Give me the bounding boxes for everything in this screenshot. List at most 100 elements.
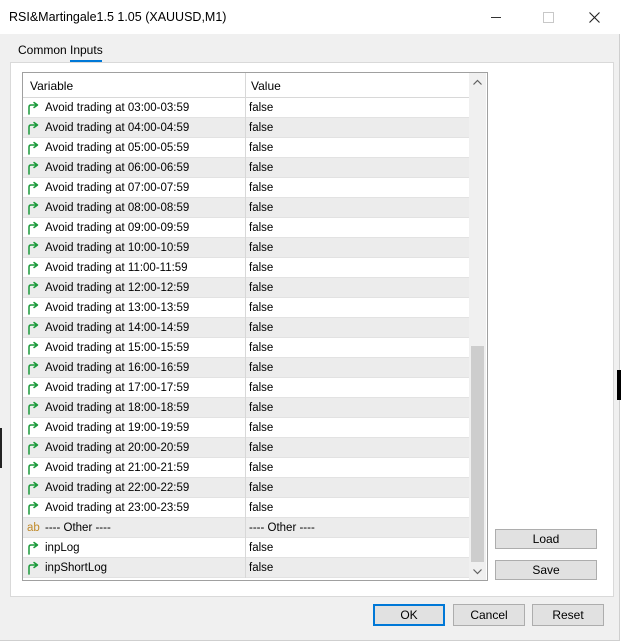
variable-value[interactable]: false [249, 418, 273, 437]
inputs-grid: Variable Value Avoid trading at 03:00-03… [22, 72, 488, 581]
table-row[interactable]: Avoid trading at 06:00-06:59 false [23, 158, 469, 178]
variable-name: Avoid trading at 04:00-04:59 [45, 122, 190, 134]
variable-value[interactable]: false [249, 278, 273, 297]
table-row[interactable]: ab ---- Other ---- ---- Other ---- [23, 518, 469, 538]
variable-value[interactable]: false [249, 138, 273, 157]
variable-name: Avoid trading at 20:00-20:59 [45, 442, 190, 454]
scrollbar-thumb[interactable] [471, 346, 484, 562]
table-row[interactable]: Avoid trading at 05:00-05:59 false [23, 138, 469, 158]
table-row[interactable]: Avoid trading at 16:00-16:59 false [23, 358, 469, 378]
variable-value[interactable]: false [249, 178, 273, 197]
minimize-button[interactable] [473, 0, 519, 34]
variable-value[interactable]: false [249, 498, 273, 517]
cell-divider [245, 338, 246, 358]
variable-name: Avoid trading at 23:00-23:59 [45, 502, 190, 514]
table-row[interactable]: Avoid trading at 19:00-19:59 false [23, 418, 469, 438]
variable-value[interactable]: false [249, 398, 273, 417]
cell-divider [245, 98, 246, 118]
reset-button[interactable]: Reset [532, 604, 604, 626]
variable-value[interactable]: false [249, 258, 273, 277]
variable-value[interactable]: false [249, 558, 273, 577]
bool-param-arrow-icon [28, 341, 39, 355]
cell-divider [245, 278, 246, 298]
table-row[interactable]: Avoid trading at 20:00-20:59 false [23, 438, 469, 458]
tab-common[interactable]: Common [18, 40, 67, 60]
column-divider[interactable] [245, 73, 246, 97]
ok-button[interactable]: OK [373, 604, 445, 626]
variable-value[interactable]: false [249, 318, 273, 337]
cell-divider [245, 118, 246, 138]
grid-header: Variable Value [23, 73, 469, 98]
variable-name: Avoid trading at 15:00-15:59 [45, 342, 190, 354]
variable-value[interactable]: false [249, 238, 273, 257]
cell-divider [245, 318, 246, 338]
variable-name: Avoid trading at 12:00-12:59 [45, 282, 190, 294]
cancel-button[interactable]: Cancel [453, 604, 525, 626]
variable-name: Avoid trading at 16:00-16:59 [45, 362, 190, 374]
bool-param-arrow-icon [28, 561, 39, 575]
save-button[interactable]: Save [495, 560, 597, 580]
variable-value[interactable]: false [249, 98, 273, 117]
table-row[interactable]: Avoid trading at 23:00-23:59 false [23, 498, 469, 518]
cell-divider [245, 258, 246, 278]
variable-value[interactable]: false [249, 158, 273, 177]
bool-param-arrow-icon [28, 221, 39, 235]
vertical-scrollbar[interactable] [469, 73, 486, 580]
close-icon [588, 11, 600, 23]
table-row[interactable]: Avoid trading at 11:00-11:59 false [23, 258, 469, 278]
scroll-down-button[interactable] [469, 563, 486, 580]
scroll-up-button[interactable] [469, 73, 486, 90]
chevron-up-icon [473, 79, 482, 85]
tab-inputs[interactable]: Inputs [70, 40, 103, 60]
column-header-value[interactable]: Value [251, 73, 281, 97]
variable-value[interactable]: false [249, 198, 273, 217]
table-row[interactable]: Avoid trading at 03:00-03:59 false [23, 98, 469, 118]
variable-value[interactable]: false [249, 298, 273, 317]
variable-value[interactable]: false [249, 538, 273, 557]
close-button[interactable] [571, 0, 617, 34]
table-row[interactable]: Avoid trading at 10:00-10:59 false [23, 238, 469, 258]
table-row[interactable]: Avoid trading at 04:00-04:59 false [23, 118, 469, 138]
variable-name: ---- Other ---- [45, 522, 111, 534]
table-row[interactable]: Avoid trading at 09:00-09:59 false [23, 218, 469, 238]
table-row[interactable]: Avoid trading at 07:00-07:59 false [23, 178, 469, 198]
variable-value[interactable]: false [249, 378, 273, 397]
bool-param-arrow-icon [28, 281, 39, 295]
maximize-button[interactable] [525, 0, 571, 34]
table-row[interactable]: inpShortLog false [23, 558, 469, 578]
table-row[interactable]: Avoid trading at 14:00-14:59 false [23, 318, 469, 338]
table-row[interactable]: Avoid trading at 13:00-13:59 false [23, 298, 469, 318]
background-window-edge-left [0, 428, 2, 468]
variable-value[interactable]: false [249, 118, 273, 137]
table-row[interactable]: Avoid trading at 17:00-17:59 false [23, 378, 469, 398]
variable-name: Avoid trading at 17:00-17:59 [45, 382, 190, 394]
cell-divider [245, 158, 246, 178]
cell-divider [245, 438, 246, 458]
load-button[interactable]: Load [495, 529, 597, 549]
variable-value[interactable]: false [249, 438, 273, 457]
chevron-down-icon [473, 568, 482, 574]
variable-value[interactable]: ---- Other ---- [249, 518, 315, 537]
variable-value[interactable]: false [249, 338, 273, 357]
table-row[interactable]: Avoid trading at 12:00-12:59 false [23, 278, 469, 298]
table-row[interactable]: Avoid trading at 15:00-15:59 false [23, 338, 469, 358]
cell-divider [245, 538, 246, 558]
table-row[interactable]: Avoid trading at 08:00-08:59 false [23, 198, 469, 218]
variable-value[interactable]: false [249, 478, 273, 497]
cell-divider [245, 398, 246, 418]
variable-value[interactable]: false [249, 458, 273, 477]
table-row[interactable]: Avoid trading at 18:00-18:59 false [23, 398, 469, 418]
table-row[interactable]: Avoid trading at 22:00-22:59 false [23, 478, 469, 498]
table-row[interactable]: inpLog false [23, 538, 469, 558]
variable-name: Avoid trading at 09:00-09:59 [45, 222, 190, 234]
variable-value[interactable]: false [249, 358, 273, 377]
column-header-variable[interactable]: Variable [30, 73, 73, 97]
variable-name: Avoid trading at 21:00-21:59 [45, 462, 190, 474]
grid-rows: Avoid trading at 03:00-03:59 false Avoid t… [23, 98, 469, 578]
bool-param-arrow-icon [28, 241, 39, 255]
variable-name: Avoid trading at 11:00-11:59 [45, 262, 188, 274]
variable-value[interactable]: false [249, 218, 273, 237]
table-row[interactable]: Avoid trading at 21:00-21:59 false [23, 458, 469, 478]
cell-divider [245, 218, 246, 238]
bool-param-arrow-icon [28, 101, 39, 115]
